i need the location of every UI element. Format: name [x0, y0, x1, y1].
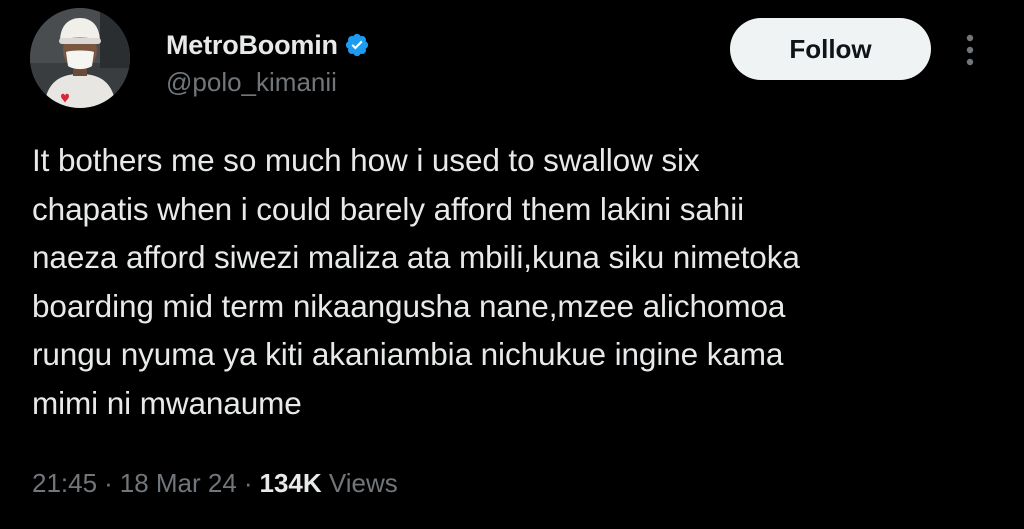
views-label[interactable]: Views — [329, 468, 398, 499]
verified-badge-icon — [344, 32, 370, 58]
tweet-card: MetroBoomin @polo_kimanii Follow It both… — [0, 0, 1024, 529]
more-vertical-icon[interactable] — [956, 30, 984, 70]
tweet-meta: 21:45 · 18 Mar 24 · 134K Views — [32, 468, 398, 499]
avatar[interactable] — [30, 8, 130, 108]
follow-button[interactable]: Follow — [730, 18, 931, 80]
meta-separator: · — [243, 468, 253, 498]
avatar-image — [30, 8, 130, 108]
tweet-text: It bothers me so much how i used to swal… — [32, 142, 800, 421]
views-spacer — [322, 468, 329, 499]
tweet-date[interactable]: 18 Mar 24 — [120, 468, 237, 499]
meta-separator: · — [104, 468, 113, 498]
views-count[interactable]: 134K — [260, 468, 322, 499]
display-name-row: MetroBoomin — [166, 26, 370, 64]
user-handle[interactable]: @polo_kimanii — [166, 67, 337, 98]
display-name[interactable]: MetroBoomin — [166, 30, 338, 61]
tweet-time[interactable]: 21:45 — [32, 468, 97, 499]
